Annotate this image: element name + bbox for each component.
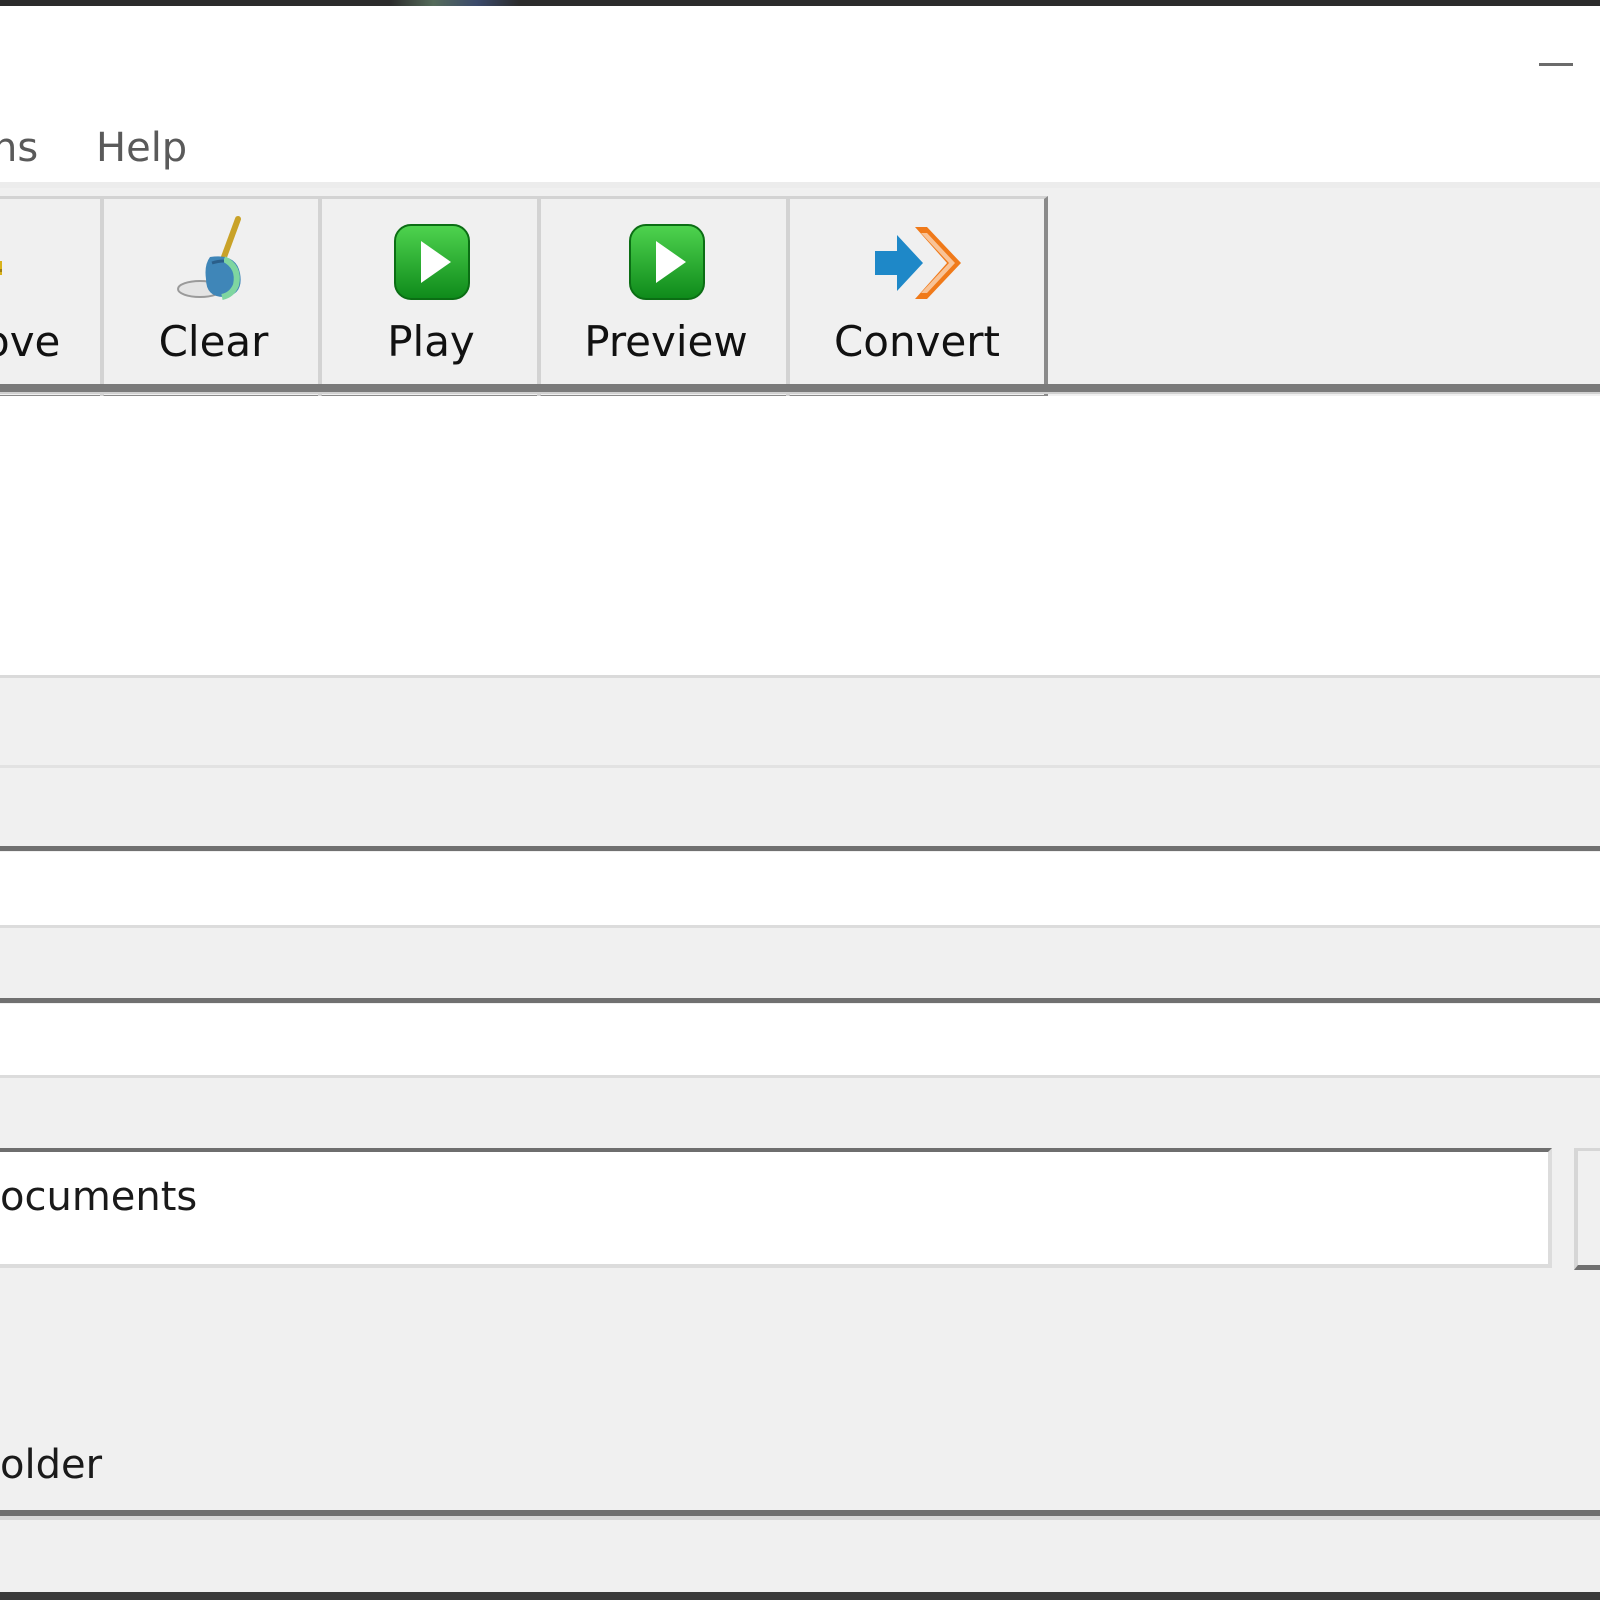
folder-remove-icon: [0, 213, 24, 309]
open-folder-label[interactable]: older: [0, 1442, 102, 1488]
play-button[interactable]: Play: [318, 196, 544, 400]
settings-field-2[interactable]: [0, 1004, 1600, 1078]
preview-button-label: Preview: [584, 317, 748, 366]
desktop-bottom-strip: [0, 1592, 1600, 1600]
divider: [0, 846, 1600, 851]
convert-button-label: Convert: [833, 317, 1001, 366]
option-row-3: [0, 930, 1600, 998]
option-row-1: [0, 680, 1600, 768]
minimize-icon: [1539, 63, 1573, 66]
toolbar-separator: [0, 384, 1600, 394]
broom-icon: [166, 213, 262, 309]
title-bar: [0, 6, 1600, 106]
clear-button[interactable]: Clear: [100, 196, 327, 400]
remove-button[interactable]: ove: [0, 196, 110, 400]
convert-button[interactable]: Convert: [786, 196, 1048, 400]
play-button-label: Play: [387, 317, 475, 366]
output-path-input[interactable]: ocuments: [0, 1148, 1552, 1268]
toolbar: ove Clear Play: [0, 182, 1600, 400]
preview-play-icon: [618, 213, 714, 309]
menu-help[interactable]: Help: [96, 126, 187, 170]
divider: [0, 998, 1600, 1003]
play-icon: [383, 213, 479, 309]
preview-button[interactable]: Preview: [537, 196, 795, 400]
menu-bar: ns Help: [0, 106, 1600, 182]
browse-button[interactable]: [1574, 1148, 1600, 1270]
settings-field-1[interactable]: [0, 852, 1600, 928]
clear-button-label: Clear: [158, 317, 269, 366]
status-divider-highlight: [0, 1516, 1600, 1520]
file-list[interactable]: [0, 396, 1600, 678]
remove-button-label: ove: [0, 317, 61, 366]
convert-arrow-icon: [869, 213, 965, 309]
minimize-button[interactable]: [1525, 46, 1585, 86]
option-row-2: [0, 770, 1600, 850]
menu-options[interactable]: ns: [0, 126, 38, 170]
